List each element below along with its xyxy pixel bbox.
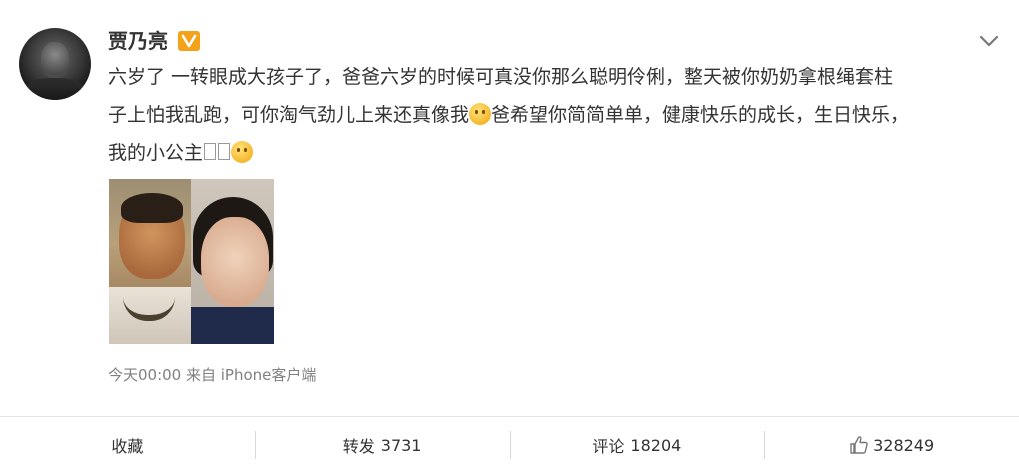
favorite-button[interactable]: 收藏 <box>0 417 255 473</box>
like-button[interactable]: 328249 <box>764 417 1019 473</box>
missing-glyph-box <box>204 143 217 160</box>
avatar-face <box>41 42 69 78</box>
post-text-line2a: 子上怕我乱跑，可你淘气劲儿上来还真像我 <box>108 104 470 126</box>
post-photo[interactable] <box>109 179 274 344</box>
chevron-down-icon[interactable] <box>978 30 1000 52</box>
repost-count: 3731 <box>380 435 422 455</box>
favorite-label: 收藏 <box>111 437 144 456</box>
post-text-line3: 我的小公主 <box>108 142 204 164</box>
comment-label: 评论 <box>592 437 625 456</box>
post-text: 六岁了 一转眼成大孩子了，爸爸六岁的时候可真没你那么聪明伶俐，整天被你奶奶拿根绳… <box>108 58 1008 172</box>
thumbs-up-icon <box>849 435 869 455</box>
smirk-emoji-icon <box>469 103 492 125</box>
photo-girl-shirt <box>191 307 274 344</box>
verified-badge-icon <box>178 31 200 51</box>
repost-label: 转发 <box>342 437 375 456</box>
photo-boy-hair <box>121 193 183 223</box>
action-bar: 收藏 转发 3731 评论 18204 328249 <box>0 417 1019 473</box>
avatar[interactable] <box>19 28 91 100</box>
photo-girl-face <box>201 217 269 307</box>
comment-count: 18204 <box>630 435 682 455</box>
post-meta[interactable]: 今天00:00 来自 iPhone客户端 <box>108 364 316 386</box>
comment-button[interactable]: 评论 18204 <box>509 417 765 473</box>
repost-button[interactable]: 转发 3731 <box>254 417 510 473</box>
post-text-line2b: 爸希望你简简单单，健康快乐的成长，生日快乐， <box>491 104 910 126</box>
author-name[interactable]: 贾乃亮 <box>108 29 168 53</box>
post-text-line1: 六岁了 一转眼成大孩子了，爸爸六岁的时候可真没你那么聪明伶俐，整天被你奶奶拿根绳… <box>108 66 894 88</box>
avatar-body <box>25 78 85 100</box>
missing-glyph-box <box>218 143 231 160</box>
like-count: 328249 <box>873 435 935 455</box>
kiss-emoji-icon <box>231 141 254 163</box>
